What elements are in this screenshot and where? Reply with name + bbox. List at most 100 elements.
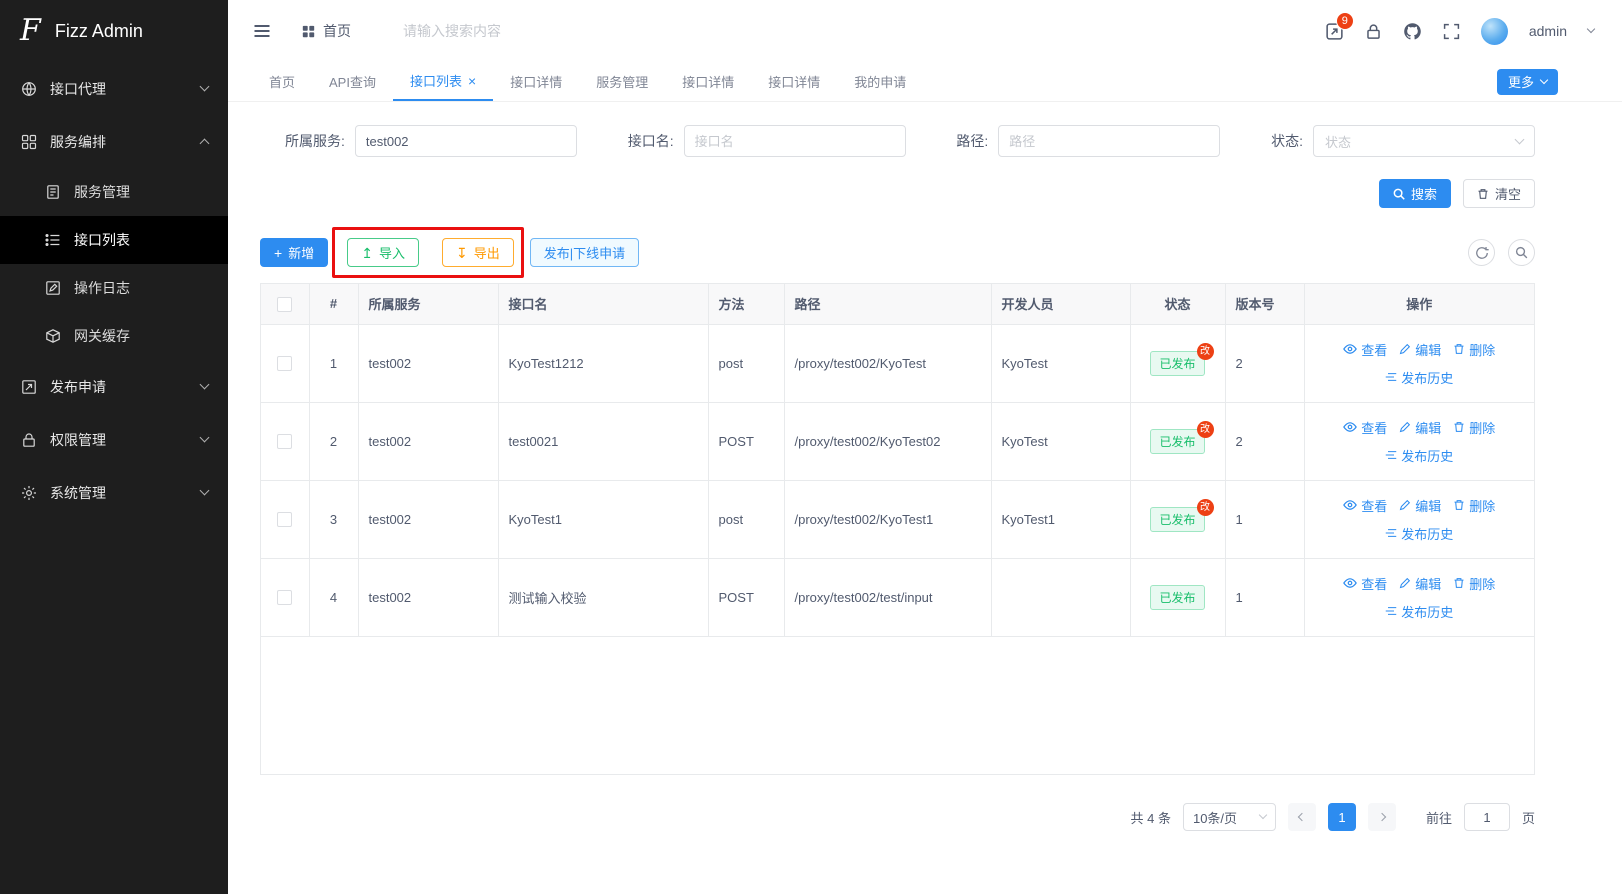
prev-page-button[interactable]	[1288, 803, 1316, 831]
edit-action[interactable]: 编辑	[1399, 418, 1441, 437]
chevron-right-icon	[1378, 813, 1386, 821]
publish-history-action[interactable]: 发布历史	[1385, 446, 1453, 465]
column-search-button[interactable]	[1508, 239, 1535, 266]
filter-actions-row: 搜索 清空	[260, 179, 1535, 208]
view-action[interactable]: 查看	[1343, 496, 1387, 515]
tab-service-management[interactable]: 服务管理	[579, 62, 665, 101]
sidebar-menu: 接口代理 服务编排 服务管理	[0, 62, 228, 519]
hamburger-menu-icon[interactable]	[252, 21, 272, 41]
row-checkbox[interactable]	[277, 356, 292, 371]
sidebar-item-orchestration[interactable]: 服务编排	[0, 115, 228, 168]
tab-home[interactable]: 首页	[252, 62, 312, 101]
status-tag: 已发布 改	[1150, 351, 1204, 376]
export-button-label: 导出	[474, 243, 500, 262]
action-line-1: 查看 编辑 删除	[1315, 574, 1525, 593]
cell-path: /proxy/test002/test/input	[784, 558, 991, 636]
sidebar-item-service-management[interactable]: 服务管理	[0, 168, 228, 216]
sidebar-item-publish-request[interactable]: 发布申请	[0, 360, 228, 413]
view-action[interactable]: 查看	[1343, 574, 1387, 593]
sidebar-item-permission[interactable]: 权限管理	[0, 413, 228, 466]
notification-icon[interactable]: 9	[1325, 22, 1344, 41]
view-action[interactable]: 查看	[1343, 418, 1387, 437]
import-button[interactable]: ↥ 导入	[347, 238, 419, 267]
view-action[interactable]: 查看	[1343, 340, 1387, 359]
delete-action[interactable]: 删除	[1453, 340, 1495, 359]
publish-request-icon	[20, 378, 37, 395]
row-checkbox[interactable]	[277, 590, 292, 605]
github-icon[interactable]	[1403, 22, 1422, 41]
status-filter-select[interactable]: 状态	[1313, 125, 1535, 157]
filter-path: 路径:	[956, 125, 1220, 157]
tab-api-query[interactable]: API查询	[312, 62, 393, 101]
row-checkbox[interactable]	[277, 512, 292, 527]
page-unit-label: 页	[1522, 808, 1535, 827]
table-toolbar: + 新增 ↥ 导入 ↧ 导出 发布|下线申请	[260, 238, 1535, 267]
edit-action[interactable]: 编辑	[1399, 340, 1441, 359]
publish-history-label: 发布历史	[1401, 602, 1453, 621]
cell-service: test002	[358, 402, 498, 480]
sidebar-item-api-proxy[interactable]: 接口代理	[0, 62, 228, 115]
publish-history-action[interactable]: 发布历史	[1385, 368, 1453, 387]
edit-action[interactable]: 编辑	[1399, 496, 1441, 515]
edit-action-label: 编辑	[1415, 418, 1441, 437]
export-button[interactable]: ↧ 导出	[442, 238, 514, 267]
fullscreen-icon[interactable]	[1443, 23, 1460, 40]
plus-icon: +	[274, 246, 282, 260]
avatar[interactable]	[1481, 18, 1508, 45]
search-button[interactable]: 搜索	[1379, 179, 1451, 208]
cell-developer: KyoTest1	[991, 480, 1130, 558]
filter-service-label: 所属服务:	[285, 131, 345, 151]
current-page-button[interactable]: 1	[1328, 803, 1356, 831]
service-filter-input[interactable]	[355, 125, 577, 157]
tab-api-detail-1[interactable]: 接口详情	[493, 62, 579, 101]
sidebar-item-api-list[interactable]: 接口列表	[0, 216, 228, 264]
cell-index: 1	[309, 324, 358, 402]
global-search-input[interactable]	[403, 23, 633, 39]
path-filter-input[interactable]	[998, 125, 1220, 157]
close-tab-icon[interactable]: ×	[468, 74, 476, 88]
pagination: 共 4 条 10条/页 1 前往 页	[260, 803, 1535, 831]
goto-page-input[interactable]	[1464, 803, 1510, 831]
api-name-filter-input[interactable]	[684, 125, 906, 157]
sidebar-item-system[interactable]: 系统管理	[0, 466, 228, 519]
filter-row: 所属服务: 接口名: 路径: 状态: 状态	[260, 125, 1535, 157]
filter-api-name-label: 接口名:	[628, 131, 674, 151]
username-label[interactable]: admin	[1529, 23, 1567, 39]
tab-api-detail-3[interactable]: 接口详情	[751, 62, 837, 101]
add-button[interactable]: + 新增	[260, 238, 328, 267]
main-area: 首页 9 admin	[228, 0, 1622, 894]
sidebar-item-operation-log[interactable]: 操作日志	[0, 264, 228, 312]
publish-history-action[interactable]: 发布历史	[1385, 602, 1453, 621]
row-checkbox[interactable]	[277, 434, 292, 449]
cell-path: /proxy/test002/KyoTest02	[784, 402, 991, 480]
lock-icon[interactable]	[1365, 23, 1382, 40]
col-service: 所属服务	[358, 284, 498, 324]
select-all-checkbox[interactable]	[277, 297, 292, 312]
user-menu-chevron-icon[interactable]	[1587, 25, 1595, 33]
clear-button[interactable]: 清空	[1463, 179, 1535, 208]
chevron-down-icon	[200, 82, 210, 92]
refresh-button[interactable]	[1468, 239, 1495, 266]
publish-history-action[interactable]: 发布历史	[1385, 524, 1453, 543]
action-line-1: 查看 编辑 删除	[1315, 340, 1525, 359]
next-page-button[interactable]	[1368, 803, 1396, 831]
publish-history-label: 发布历史	[1401, 446, 1453, 465]
table-header-row: # 所属服务 接口名 方法 路径 开发人员 状态 版本号 操作	[261, 284, 1534, 324]
cell-index: 2	[309, 402, 358, 480]
sidebar-item-gateway-cache[interactable]: 网关缓存	[0, 312, 228, 360]
delete-action-label: 删除	[1469, 340, 1495, 359]
notification-count-badge: 9	[1336, 12, 1354, 30]
page-size-select[interactable]: 10条/页	[1183, 803, 1276, 831]
delete-action[interactable]: 删除	[1453, 574, 1495, 593]
breadcrumb-home[interactable]: 首页	[302, 21, 351, 41]
service-management-icon	[44, 184, 61, 201]
tab-api-list[interactable]: 接口列表 ×	[393, 62, 493, 101]
tab-my-requests[interactable]: 我的申请	[837, 62, 923, 101]
edit-action[interactable]: 编辑	[1399, 574, 1441, 593]
more-tabs-button[interactable]: 更多	[1497, 69, 1558, 95]
filter-status: 状态: 状态	[1271, 125, 1535, 157]
delete-action[interactable]: 删除	[1453, 418, 1495, 437]
delete-action[interactable]: 删除	[1453, 496, 1495, 515]
publish-offline-request-button[interactable]: 发布|下线申请	[530, 238, 639, 267]
tab-api-detail-2[interactable]: 接口详情	[665, 62, 751, 101]
